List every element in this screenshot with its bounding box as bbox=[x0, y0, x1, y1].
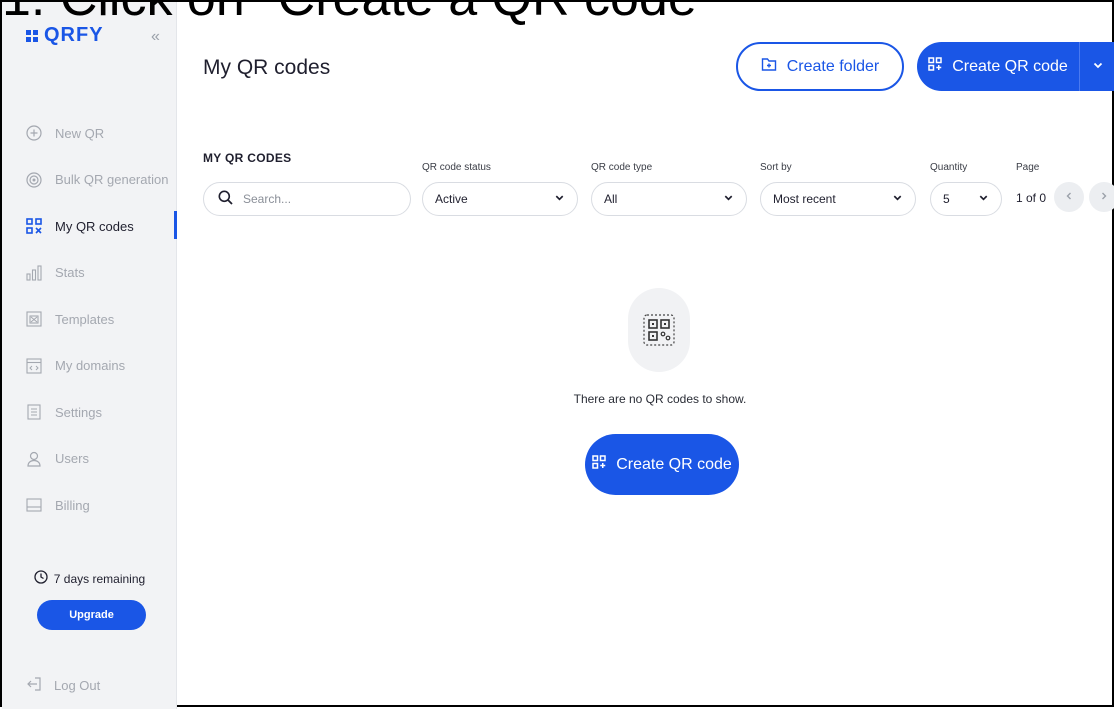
chevron-left-icon bbox=[1064, 188, 1074, 206]
type-select[interactable]: All bbox=[591, 182, 747, 216]
sidebar-item-label: Users bbox=[55, 451, 89, 467]
sidebar-item-label: Bulk QR generation bbox=[55, 172, 169, 188]
next-page-button[interactable] bbox=[1089, 182, 1114, 212]
brand-logo[interactable]: QRFY bbox=[26, 24, 104, 47]
sort-select[interactable]: Most recent bbox=[760, 182, 916, 216]
sidebar-item-label: Stats bbox=[55, 265, 85, 281]
logout-icon bbox=[26, 676, 42, 695]
chevron-down-icon bbox=[723, 192, 734, 206]
create-qr-button[interactable]: Create QR code bbox=[917, 42, 1080, 91]
sidebar-item-my-domains[interactable]: My domains bbox=[2, 343, 177, 390]
empty-state-create-qr-button[interactable]: Create QR code bbox=[585, 434, 739, 495]
upgrade-button[interactable]: Upgrade bbox=[37, 600, 146, 630]
create-folder-label: Create folder bbox=[786, 57, 880, 75]
user-icon bbox=[26, 451, 42, 467]
create-folder-button[interactable]: Create folder bbox=[736, 42, 904, 91]
qr-plus-icon bbox=[592, 455, 606, 474]
create-qr-label: Create QR code bbox=[952, 57, 1068, 75]
clock-icon bbox=[34, 570, 48, 587]
trial-text: 7 days remaining bbox=[53, 571, 146, 586]
brand-name: QRFY bbox=[44, 24, 104, 46]
sidebar-item-label: Billing bbox=[55, 497, 90, 513]
sidebar-item-billing[interactable]: Billing bbox=[2, 482, 177, 529]
logout-label: Log Out bbox=[54, 678, 101, 693]
qrfy-logo-icon bbox=[26, 29, 38, 42]
empty-state-qr-icon bbox=[628, 288, 690, 372]
template-icon bbox=[26, 311, 42, 327]
sidebar-item-label: New QR bbox=[55, 125, 105, 141]
domain-icon bbox=[26, 358, 42, 374]
chevron-right-icon bbox=[1099, 188, 1109, 206]
instruction-caption: 1. Click on "Create a QR code" bbox=[2, 0, 715, 24]
qr-grid-icon bbox=[26, 218, 42, 235]
trial-status: 7 days remaining bbox=[2, 570, 177, 587]
quantity-select[interactable]: 5 bbox=[930, 182, 1002, 216]
status-select[interactable]: Active bbox=[422, 182, 578, 216]
page-title: My QR codes bbox=[203, 56, 331, 79]
sidebar-item-users[interactable]: Users bbox=[2, 436, 177, 483]
chevron-down-icon bbox=[978, 192, 989, 206]
empty-state-create-qr-label: Create QR code bbox=[616, 455, 732, 473]
chevron-down-icon bbox=[554, 192, 565, 206]
section-title: MY QR CODES bbox=[203, 151, 292, 165]
target-icon bbox=[26, 172, 42, 188]
sidebar-item-label: My QR codes bbox=[55, 218, 134, 234]
folder-plus-icon bbox=[761, 56, 777, 77]
search-placeholder: Search... bbox=[243, 192, 292, 206]
bar-chart-icon bbox=[26, 265, 42, 281]
settings-list-icon bbox=[26, 404, 42, 420]
sidebar-item-label: Settings bbox=[55, 404, 102, 420]
quantity-label: Quantity bbox=[930, 162, 968, 173]
type-value: All bbox=[604, 192, 618, 206]
status-value: Active bbox=[435, 192, 468, 206]
create-qr-split-button: Create QR code bbox=[917, 42, 1114, 91]
type-label: QR code type bbox=[591, 162, 653, 173]
chevron-down-icon bbox=[1092, 58, 1104, 76]
sidebar-item-label: Templates bbox=[55, 311, 115, 327]
previous-page-button[interactable] bbox=[1054, 182, 1084, 212]
sidebar-item-my-qr-codes[interactable]: My QR codes bbox=[2, 203, 177, 250]
sort-value: Most recent bbox=[773, 192, 836, 206]
sidebar-item-templates[interactable]: Templates bbox=[2, 296, 177, 343]
create-qr-dropdown-toggle[interactable] bbox=[1080, 42, 1114, 91]
plus-circle-icon bbox=[26, 125, 42, 141]
logout-link[interactable]: Log Out bbox=[26, 676, 100, 695]
empty-state-message: There are no QR codes to show. bbox=[573, 392, 747, 406]
sort-label: Sort by bbox=[760, 162, 792, 173]
status-label: QR code status bbox=[422, 162, 491, 173]
page-indicator: 1 of 0 bbox=[1016, 191, 1047, 205]
sidebar-item-new-qr[interactable]: New QR bbox=[2, 110, 177, 157]
qr-plus-icon bbox=[928, 57, 942, 76]
quantity-value: 5 bbox=[943, 192, 950, 206]
billing-icon bbox=[26, 497, 42, 513]
sidebar-item-settings[interactable]: Settings bbox=[2, 389, 177, 436]
sidebar-item-stats[interactable]: Stats bbox=[2, 250, 177, 297]
search-icon bbox=[218, 190, 233, 208]
search-input[interactable]: Search... bbox=[203, 182, 411, 216]
collapse-sidebar-icon[interactable]: « bbox=[151, 28, 160, 46]
sidebar: QRFY « New QR Bulk QR generation My QR c… bbox=[2, 2, 177, 709]
sidebar-item-label: My domains bbox=[55, 358, 126, 374]
sidebar-item-bulk-qr[interactable]: Bulk QR generation bbox=[2, 157, 177, 204]
sidebar-nav: New QR Bulk QR generation My QR codes St… bbox=[2, 110, 177, 529]
chevron-down-icon bbox=[892, 192, 903, 206]
page-label: Page bbox=[1016, 162, 1040, 173]
